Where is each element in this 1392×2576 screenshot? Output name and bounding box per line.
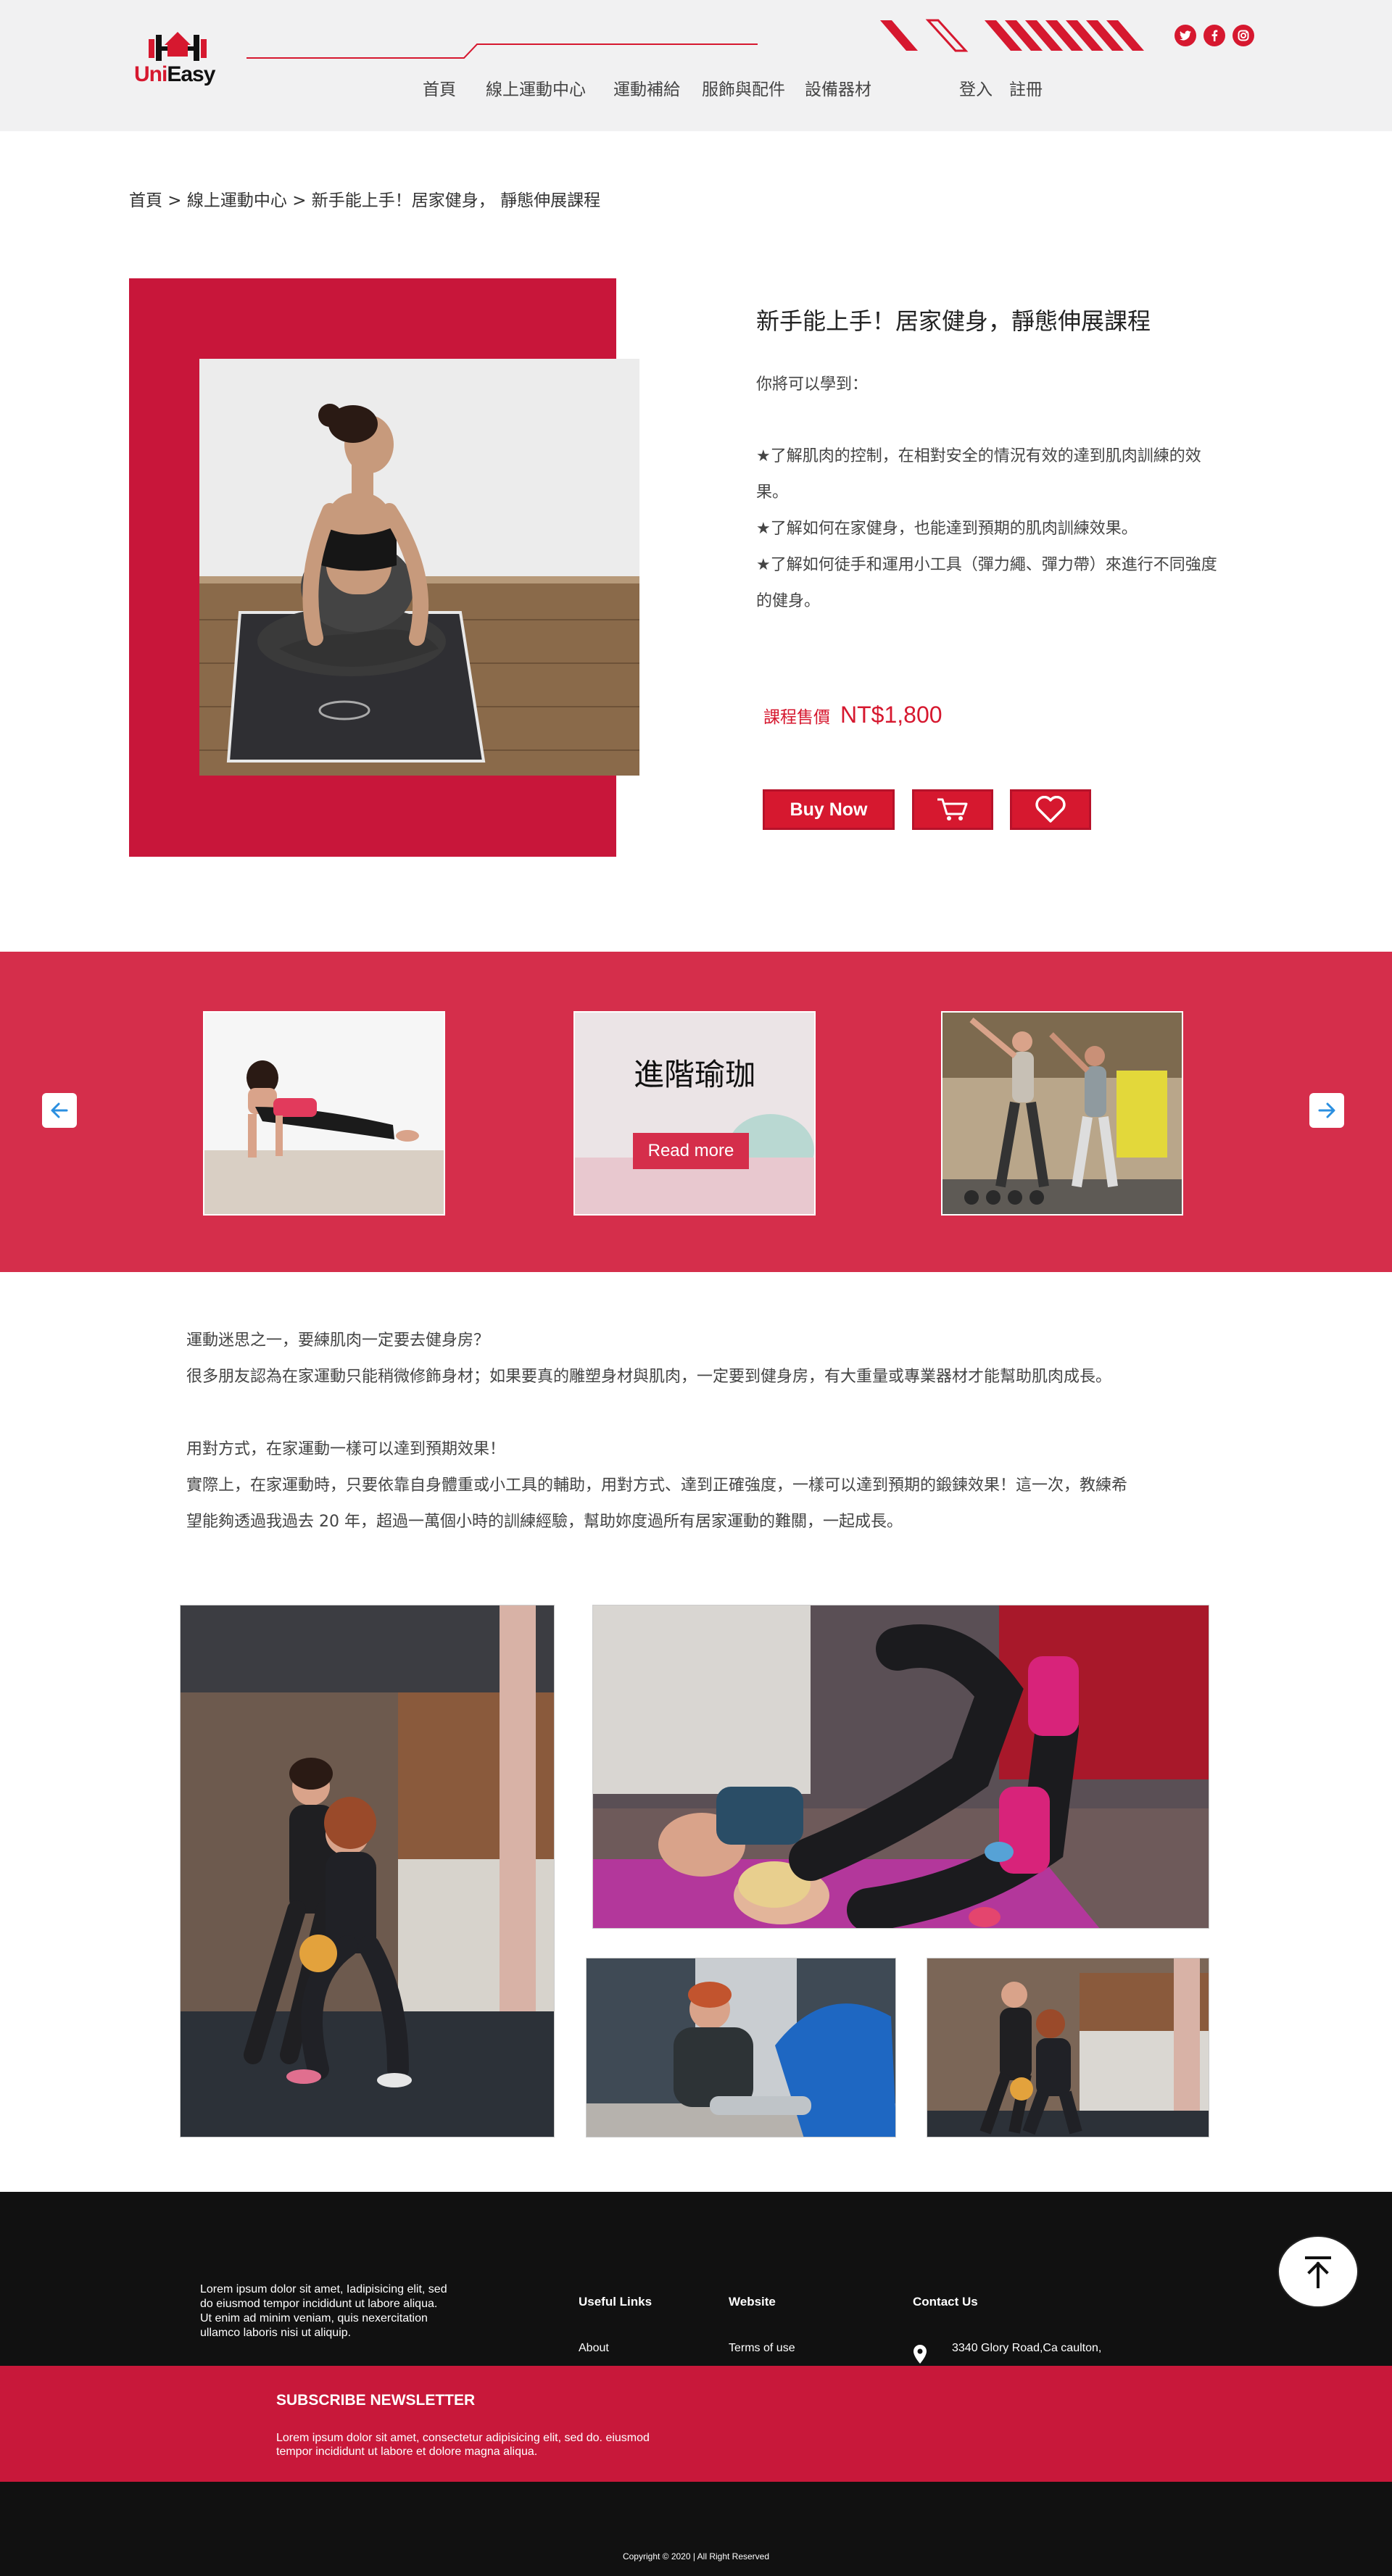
article-line: 實際上，在家運動時，只要依靠自身體重或小工具的輔助，用對方式、達到正確強度，一樣… <box>186 1476 1128 1495</box>
heart-icon <box>1035 796 1066 823</box>
carousel-prev-button[interactable] <box>42 1093 77 1128</box>
footer-contact-title: Contact Us <box>913 2295 978 2309</box>
buy-now-button[interactable]: Buy Now <box>763 789 895 830</box>
arrow-up-icon <box>1305 2256 1331 2288</box>
login-link[interactable]: 登入 <box>959 75 993 100</box>
read-more-button[interactable]: Read more <box>633 1133 749 1169</box>
add-to-wishlist-button[interactable] <box>1010 789 1091 830</box>
nav-item-apparel[interactable]: 服飾與配件 <box>702 75 785 100</box>
copyright: Copyright © 2020 | All Right Reserved <box>622 2551 770 2562</box>
learning-point: ★了解如何徒手和運用小工具（彈力繩、彈力帶）來進行不同強度 <box>756 556 1217 574</box>
nav-item-home[interactable]: 首頁 <box>423 75 456 100</box>
gallery-photo-floor-exercise <box>592 1605 1209 1929</box>
twitter-icon[interactable] <box>1174 25 1196 46</box>
gallery-photo-trainer-squat <box>180 1605 555 2137</box>
learning-point: 果。 <box>756 483 789 502</box>
site-footer: Lorem ipsum dolor sit amet, Iadipisicing… <box>0 2192 1392 2576</box>
article-body: 運動迷思之一，要練肌肉一定要去健身房？ 很多朋友認為在家運動只能稍微修飾身材；如… <box>186 1323 1223 1540</box>
product-photo-yoga-woman <box>199 359 639 776</box>
main-nav: 首頁 線上運動中心 運動補給 服飾與配件 設備器材 登入 註冊 <box>0 75 1392 101</box>
carousel-next-button[interactable] <box>1309 1093 1344 1128</box>
header-stripes <box>880 19 1144 52</box>
header-decoration-line <box>246 43 758 59</box>
footer-link-about[interactable]: About <box>579 2342 609 2355</box>
register-link[interactable]: 註冊 <box>1009 75 1043 100</box>
carousel-slide-group-stretch[interactable] <box>941 1011 1183 1216</box>
breadcrumb[interactable]: 首頁 > 線上運動中心 > 新手能上手！居家健身， 靜態伸展課程 <box>129 186 600 211</box>
social-links <box>1174 25 1254 46</box>
location-pin-icon <box>914 2345 927 2364</box>
price-row: 課程售價 NT$1,800 <box>763 702 942 728</box>
nav-item-supplements[interactable]: 運動補給 <box>613 75 680 100</box>
newsletter-section: SUBSCRIBE NEWSLETTER Lorem ipsum dolor s… <box>0 2366 1392 2482</box>
learning-point: 的健身。 <box>756 592 821 610</box>
learning-point: ★了解如何在家健身，也能達到預期的肌肉訓練效果。 <box>756 520 1138 538</box>
article-line: 很多朋友認為在家運動只能稍微修飾身材；如果要真的雕塑身材與肌肉，一定要到健身房，… <box>186 1368 1112 1386</box>
learning-points: ★了解肌肉的控制，在相對安全的情況有效的達到肌肉訓練的效 果。 ★了解如何在家健… <box>756 439 1264 620</box>
logo-mark-icon <box>149 32 207 61</box>
carousel-slide-pushup[interactable] <box>203 1011 445 1216</box>
course-carousel: 進階瑜珈 Read more <box>0 952 1392 1272</box>
back-to-top-button[interactable] <box>1277 2235 1359 2308</box>
site-header: UniEasy 首頁 線上運動中心 運動補給 服飾與配件 設備器材 登入 註冊 <box>0 0 1392 131</box>
course-title: 新手能上手！居家健身，靜態伸展課程 <box>756 307 1151 335</box>
arrow-left-icon <box>51 1102 68 1118</box>
learning-point: ★了解肌肉的控制，在相對安全的情況有效的達到肌肉訓練的效 <box>756 447 1201 465</box>
price-value: NT$1,800 <box>840 702 942 728</box>
slide-title: 進階瑜珈 <box>633 1057 755 1092</box>
arrow-right-icon <box>1318 1102 1335 1118</box>
facebook-icon[interactable] <box>1204 25 1225 46</box>
gallery-photo-trainer-squat-small <box>927 1958 1209 2137</box>
footer-website-title: Website <box>729 2295 776 2309</box>
article-line: 用對方式，在家運動一樣可以達到預期效果！ <box>186 1440 506 1458</box>
gallery-photo-trainer-stretch <box>586 1958 896 2137</box>
cart-icon <box>937 798 968 820</box>
add-to-cart-button[interactable] <box>912 789 993 830</box>
instagram-icon[interactable] <box>1232 25 1254 46</box>
carousel-slide-advanced-yoga[interactable]: 進階瑜珈 Read more <box>573 1011 816 1216</box>
learn-label: 你將可以學到： <box>756 375 869 394</box>
price-label: 課程售價 <box>763 708 830 727</box>
footer-address: 3340 Glory Road,Ca caulton, <box>952 2342 1102 2354</box>
newsletter-title: SUBSCRIBE NEWSLETTER <box>276 2392 476 2409</box>
article-line: 運動迷思之一，要練肌肉一定要去健身房？ <box>186 1331 490 1350</box>
footer-about-text: Lorem ipsum dolor sit amet, Iadipisicing… <box>200 2283 447 2339</box>
footer-useful-links-title: Useful Links <box>579 2295 652 2309</box>
nav-item-equipment[interactable]: 設備器材 <box>805 75 871 100</box>
article-line: 望能夠透過我過去 20 年，超過一萬個小時的訓練經驗，幫助妳度過所有居家運動的難… <box>186 1513 903 1531</box>
nav-item-online-fitness[interactable]: 線上運動中心 <box>486 75 586 100</box>
footer-link-terms[interactable]: Terms of use <box>729 2342 795 2355</box>
newsletter-text: Lorem ipsum dolor sit amet, consectetur … <box>276 2432 650 2458</box>
